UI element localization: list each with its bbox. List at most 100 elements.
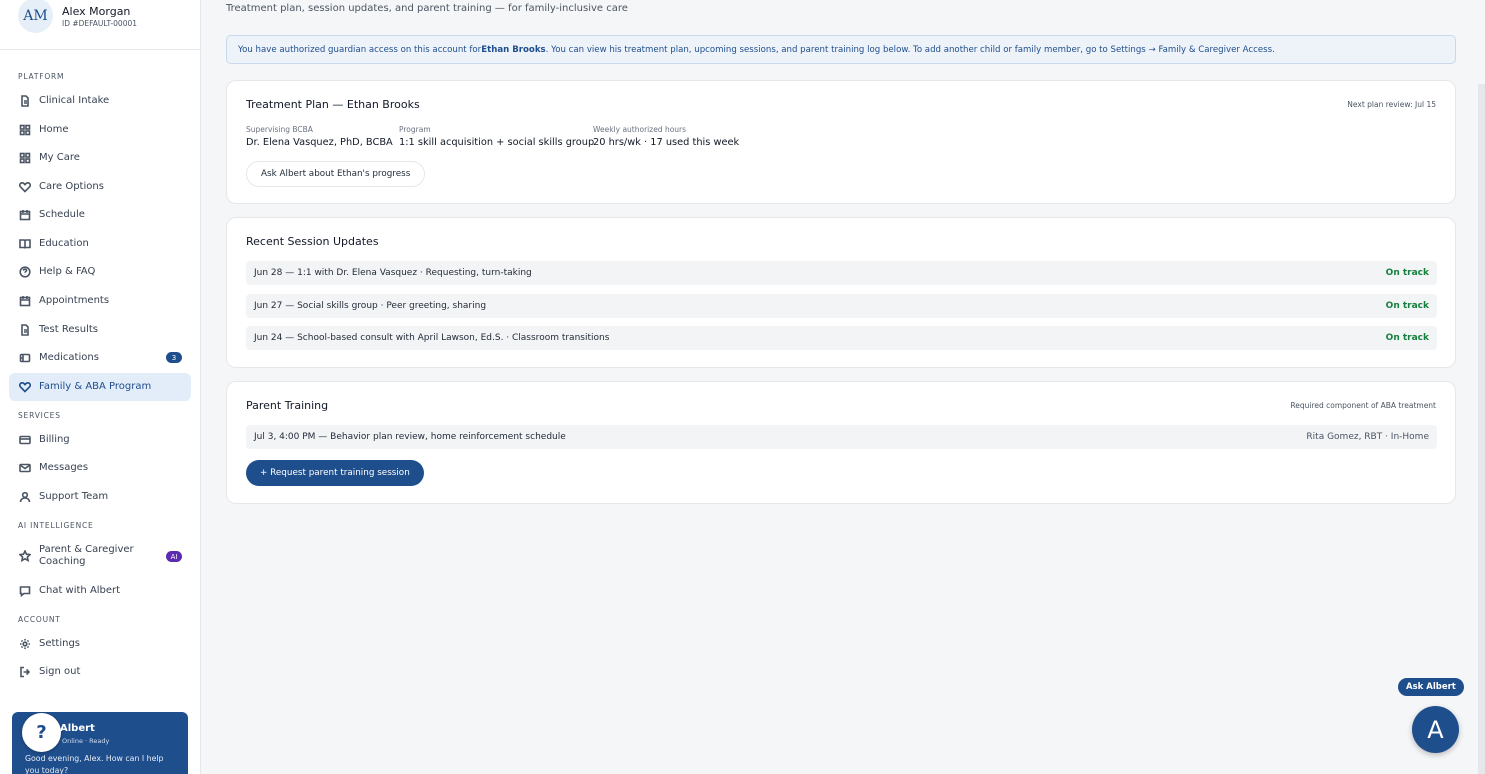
sidebar-item-label: Medications bbox=[39, 352, 99, 363]
training-provider: Rita Gomez, RBT · In-Home bbox=[1306, 432, 1429, 442]
sidebar-item-medications[interactable]: Medications 3 bbox=[9, 344, 191, 372]
field-label-bcba: Supervising BCBA bbox=[246, 125, 313, 134]
field-value-program: 1:1 skill acquisition + social skills gr… bbox=[399, 137, 595, 148]
sidebar-item-appointments[interactable]: Appointments bbox=[9, 287, 191, 315]
sidebar-item-sign-out[interactable]: Sign out bbox=[9, 658, 191, 686]
profile-name: Alex Morgan bbox=[62, 5, 131, 18]
albert-assistant-card[interactable]: ? Albert Online · Ready Good evening, Al… bbox=[12, 712, 188, 774]
sidebar-item-test-results[interactable]: Test Results bbox=[9, 316, 191, 344]
banner-child-name: Ethan Brooks bbox=[481, 44, 546, 55]
profile-header[interactable]: AM Alex Morgan ID #DEFAULT-00001 bbox=[0, 0, 200, 50]
training-row[interactable]: Jul 3, 4:00 PM — Behavior plan review, h… bbox=[246, 425, 1437, 449]
session-description: Jun 24 — School-based consult with April… bbox=[254, 333, 610, 343]
card-title: Treatment Plan — Ethan Brooks bbox=[246, 98, 420, 111]
heart-icon bbox=[18, 381, 31, 394]
sidebar-item-billing[interactable]: Billing bbox=[9, 426, 191, 454]
section-label-account: ACCOUNT bbox=[18, 615, 61, 624]
main-content: Treatment plan, session updates, and par… bbox=[226, 0, 1456, 774]
sidebar-item-label: Test Results bbox=[39, 324, 98, 335]
sidebar-item-clinical-intake[interactable]: Clinical Intake bbox=[9, 87, 191, 115]
section-label-services: SERVICES bbox=[18, 411, 61, 420]
sidebar-item-label: Appointments bbox=[39, 295, 110, 306]
sidebar-item-label: Education bbox=[39, 238, 89, 249]
sidebar-item-schedule[interactable]: Schedule bbox=[9, 201, 191, 229]
sidebar-item-label: Sign out bbox=[39, 666, 81, 677]
scrollbar[interactable] bbox=[1478, 84, 1485, 774]
ai-badge: AI bbox=[166, 551, 182, 562]
field-value-bcba: Dr. Elena Vasquez, PhD, BCBA bbox=[246, 137, 393, 148]
sidebar-item-label: Billing bbox=[39, 434, 70, 445]
session-description: Jun 27 — Social skills group · Peer gree… bbox=[254, 301, 487, 311]
heart-icon bbox=[18, 181, 31, 194]
calendar-icon bbox=[18, 295, 31, 308]
card-title: Recent Session Updates bbox=[246, 235, 379, 248]
gear-icon bbox=[18, 638, 31, 651]
field-label-hours: Weekly authorized hours bbox=[593, 125, 687, 134]
sidebar-item-label: Home bbox=[39, 124, 69, 135]
session-row[interactable]: Jun 24 — School-based consult with April… bbox=[246, 326, 1437, 350]
sidebar-item-label: Help & FAQ bbox=[39, 266, 96, 277]
albert-avatar[interactable]: ? bbox=[22, 713, 61, 752]
albert-fab-button[interactable]: A bbox=[1412, 706, 1459, 753]
sidebar-item-label: Family & ABA Program bbox=[39, 381, 152, 392]
star-icon bbox=[18, 550, 31, 563]
albert-status: Online · Ready bbox=[62, 737, 110, 745]
ask-albert-progress-button[interactable]: Ask Albert about Ethan's progress bbox=[246, 161, 426, 187]
sidebar-item-support-team[interactable]: Support Team bbox=[9, 483, 191, 511]
sidebar-item-education[interactable]: Education bbox=[9, 230, 191, 258]
document-icon bbox=[18, 324, 31, 337]
sidebar-item-label: Settings bbox=[39, 638, 81, 649]
sidebar-item-messages[interactable]: Messages bbox=[9, 454, 191, 482]
sidebar: AM Alex Morgan ID #DEFAULT-00001 PLATFOR… bbox=[0, 0, 201, 774]
section-label-ai-intelligence: AI INTELLIGENCE bbox=[18, 521, 94, 530]
training-description: Jul 3, 4:00 PM — Behavior plan review, h… bbox=[254, 432, 566, 442]
help-circle-icon bbox=[18, 266, 31, 279]
logout-icon bbox=[18, 666, 31, 679]
field-value-hours: 20 hrs/wk · 17 used this week bbox=[593, 137, 740, 148]
banner-text-post: . You can view his treatment plan, upcom… bbox=[545, 44, 1275, 55]
session-row[interactable]: Jun 27 — Social skills group · Peer gree… bbox=[246, 294, 1437, 318]
card-title: Parent Training bbox=[246, 399, 329, 412]
book-icon bbox=[18, 238, 31, 251]
grid-icon bbox=[18, 152, 31, 165]
sidebar-item-label: My Care bbox=[39, 152, 80, 163]
sidebar-item-family-aba-program[interactable]: Family & ABA Program bbox=[9, 373, 191, 401]
section-label-platform: PLATFORM bbox=[18, 72, 65, 81]
session-description: Jun 28 — 1:1 with Dr. Elena Vasquez · Re… bbox=[254, 268, 532, 278]
session-status: On track bbox=[1385, 301, 1429, 311]
sidebar-item-label: Support Team bbox=[39, 491, 109, 502]
mail-icon bbox=[18, 462, 31, 475]
sidebar-item-chat-with-albert[interactable]: Chat with Albert bbox=[9, 577, 191, 605]
sidebar-item-settings[interactable]: Settings bbox=[9, 630, 191, 658]
credit-card-icon bbox=[18, 434, 31, 447]
sidebar-item-home[interactable]: Home bbox=[9, 116, 191, 144]
chat-icon bbox=[18, 585, 31, 598]
sidebar-item-label: Parent & Caregiver Coaching bbox=[39, 544, 134, 567]
avatar[interactable]: AM bbox=[18, 0, 53, 33]
required-note: Required component of ABA treatment bbox=[1290, 401, 1436, 410]
sidebar-item-label: Messages bbox=[39, 462, 89, 473]
calendar-icon bbox=[18, 209, 31, 222]
session-row[interactable]: Jun 28 — 1:1 with Dr. Elena Vasquez · Re… bbox=[246, 261, 1437, 285]
page-subtitle: Treatment plan, session updates, and par… bbox=[226, 3, 628, 14]
albert-greeting: Good evening, Alex. How can I help you t… bbox=[25, 754, 164, 774]
sidebar-item-label: Care Options bbox=[39, 181, 104, 192]
ask-albert-pill[interactable]: Ask Albert bbox=[1398, 678, 1464, 696]
request-training-button[interactable]: + Request parent training session bbox=[246, 460, 424, 486]
next-review-date: Next plan review: Jul 15 bbox=[1347, 100, 1436, 109]
banner-text-pre: You have authorized guardian access on t… bbox=[238, 44, 482, 55]
sidebar-item-my-care[interactable]: My Care bbox=[9, 144, 191, 172]
grid-icon bbox=[18, 124, 31, 137]
sidebar-item-label: Clinical Intake bbox=[39, 95, 110, 106]
parent-training-card: Parent Training Required component of AB… bbox=[226, 381, 1456, 504]
session-status: On track bbox=[1385, 333, 1429, 343]
sidebar-item-label: Chat with Albert bbox=[39, 585, 121, 596]
albert-name: Albert bbox=[60, 723, 95, 734]
users-icon bbox=[18, 491, 31, 504]
sidebar-item-care-options[interactable]: Care Options bbox=[9, 173, 191, 201]
session-status: On track bbox=[1385, 268, 1429, 278]
document-icon bbox=[18, 95, 31, 108]
session-updates-card: Recent Session Updates Jun 28 — 1:1 with… bbox=[226, 217, 1456, 368]
sidebar-item-parent-caregiver-coaching[interactable]: Parent & Caregiver Coaching AI bbox=[9, 541, 191, 571]
sidebar-item-help-faq[interactable]: Help & FAQ bbox=[9, 258, 191, 286]
